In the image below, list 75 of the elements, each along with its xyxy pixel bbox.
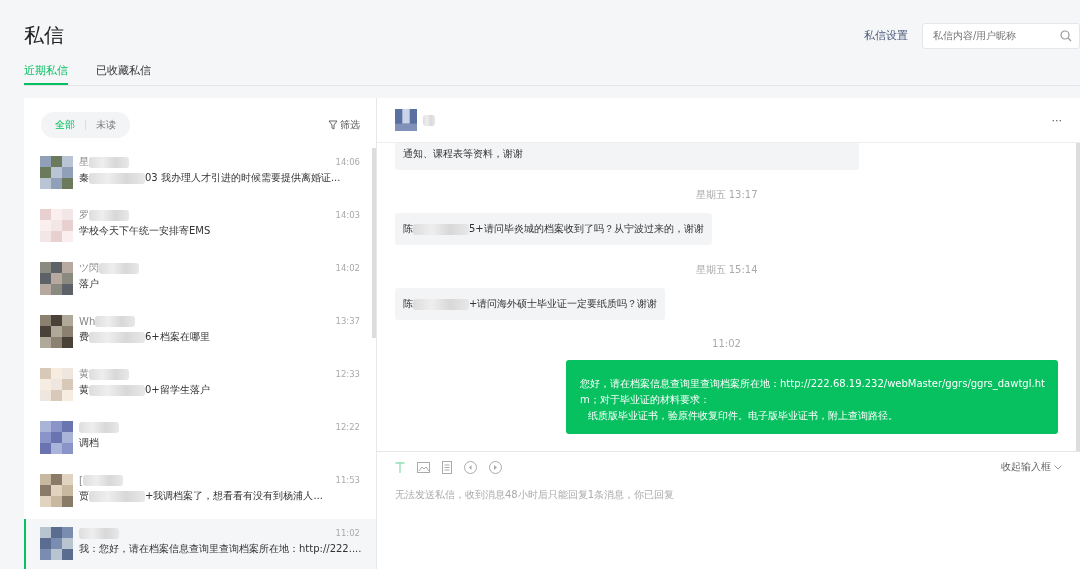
contact-name: [ xyxy=(79,474,83,486)
message-preview: 秦 xyxy=(79,171,89,185)
message-bubble: 通知、课程表等资料，谢谢 xyxy=(395,143,859,170)
blurred-text xyxy=(79,421,119,433)
message-preview: 您好，请在档案信息查询里查询档案所在地：http://222.... xyxy=(99,542,362,556)
blurred-text xyxy=(89,490,145,502)
conversation-item[interactable]: ツ閃 14:02 落户 xyxy=(24,254,376,307)
message-preview: +我调档案了，想看看有没有到杨浦人... xyxy=(145,489,323,503)
blurred-text xyxy=(413,298,469,310)
timestamp: 11:02 xyxy=(711,338,742,349)
text-icon[interactable] xyxy=(395,461,405,473)
blurred-text xyxy=(89,368,129,380)
blurred-text xyxy=(423,114,435,126)
blurred-text xyxy=(99,262,139,274)
blurred-text xyxy=(413,223,469,235)
message-time: 14:02 xyxy=(335,263,360,273)
filter-button[interactable]: 筛选 xyxy=(328,118,360,132)
message-preview: 黄 xyxy=(79,383,89,397)
contact-name: Wh xyxy=(79,315,96,327)
message-time: 11:53 xyxy=(335,475,360,485)
blurred-text xyxy=(79,527,119,539)
message-preview: 6+档案在哪里 xyxy=(145,330,210,344)
scrollbar[interactable] xyxy=(372,148,376,338)
message-preview: 调档 xyxy=(79,436,99,450)
search-field[interactable]: 私信内容/用户昵称 xyxy=(922,22,1080,49)
blurred-text xyxy=(82,474,123,486)
settings-link[interactable]: 私信设置 xyxy=(864,28,908,43)
contact-name: 黄 xyxy=(79,367,89,381)
message-bubble: 您好，请在档案信息查询里查询档案所在地：http://222.68.19.232/webMaster/ggrs/ggrs_dawtgl.htm；对于毕业证的材料要求： 纸质版毕业证书，验原件收复印件。电子版毕业证书，附上查询路径。 xyxy=(566,360,1058,434)
message-time: 11:02 xyxy=(335,528,360,538)
conversation-item[interactable]: [ 11:53 贾 +我调档案了，想看看有没有到杨浦人... xyxy=(24,466,376,519)
message-preview: 我： xyxy=(79,542,99,556)
filter-option[interactable]: 未读 xyxy=(96,118,116,132)
contact-name: ツ閃 xyxy=(79,261,99,275)
message-preview: 贾 xyxy=(79,489,89,503)
message-preview: 03 我办理人才引进的时候需要提供离婚证... xyxy=(145,171,341,185)
conversation-item[interactable]: Wh 13:37 费 6+档案在哪里 xyxy=(24,307,376,360)
filter-icon xyxy=(328,120,338,130)
tab[interactable]: 已收藏私信 xyxy=(96,63,151,85)
page-title: 私信 xyxy=(24,22,64,49)
timestamp: 星期五 13:17 xyxy=(694,188,759,202)
conversation-item[interactable]: 罗 14:03 学校今天下午统一安排寄EMS xyxy=(24,201,376,254)
message-preview: 学校今天下午统一安排寄EMS xyxy=(79,224,211,238)
conversation-item[interactable]: 星 14:06 秦 03 我办理人才引进的时候需要提供离婚证... xyxy=(24,148,376,201)
message-preview: 落户 xyxy=(79,277,99,291)
search-icon xyxy=(1060,29,1072,42)
conversation-item[interactable]: 11:02 我：您好，请在档案信息查询里查询档案所在地：http://222.... xyxy=(24,519,376,569)
message-time: 14:03 xyxy=(335,210,360,220)
notice-text: 无法发送私信，收到消息48小时后只能回复1条消息，你已回复 xyxy=(395,488,676,502)
blurred-text xyxy=(89,156,129,168)
previous-icon[interactable] xyxy=(464,460,477,474)
message-time: 12:22 xyxy=(335,422,360,432)
message-time: 12:33 xyxy=(335,369,360,379)
message-preview: 0+留学生落户 xyxy=(145,383,210,397)
blurred-text xyxy=(89,172,145,184)
message-time: 13:37 xyxy=(335,316,360,326)
blurred-text xyxy=(89,209,129,221)
conversation-item[interactable]: 12:22 调档 xyxy=(24,413,376,466)
message-bubble: 陈 +请问海外硕士毕业证一定要纸质吗？谢谢 xyxy=(395,288,666,320)
blurred-text xyxy=(89,384,145,396)
message-preview: 费 xyxy=(79,330,89,344)
message-time: 14:06 xyxy=(335,157,360,167)
image-icon[interactable] xyxy=(417,461,430,473)
timestamp: 星期五 15:14 xyxy=(694,263,759,277)
contact-name: 星 xyxy=(79,155,89,169)
blurred-text xyxy=(95,315,136,327)
contact-name: 罗 xyxy=(79,208,89,222)
conversation-item[interactable]: 黄 12:33 黄 0+留学生落户 xyxy=(24,360,376,413)
blurred-text xyxy=(89,331,145,343)
more-button[interactable]: ··· xyxy=(1051,113,1062,127)
play-icon[interactable] xyxy=(489,460,502,474)
caret-icon xyxy=(1054,464,1062,470)
document-icon[interactable] xyxy=(442,460,452,474)
message-bubble: 陈 5+请问毕炎城的档案收到了吗？从宁波过来的，谢谢 xyxy=(395,213,712,245)
collapse-button[interactable]: 收起输入框 xyxy=(1001,460,1062,474)
